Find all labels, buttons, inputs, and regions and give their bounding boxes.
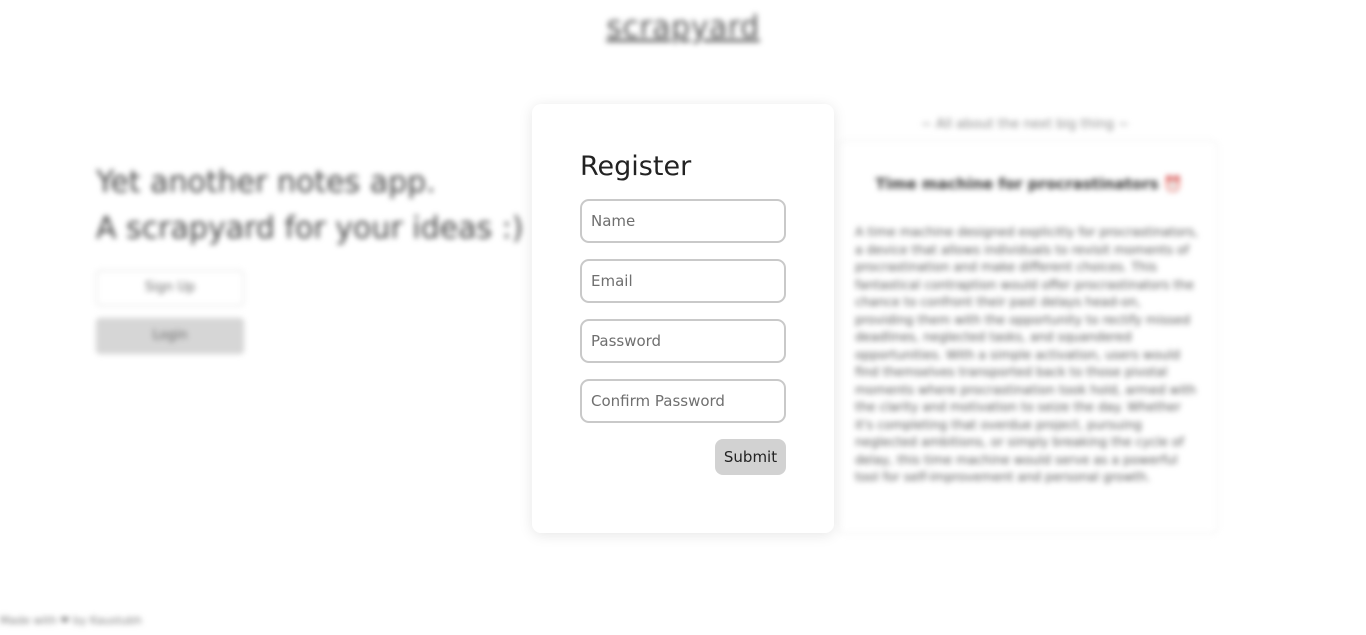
email-field[interactable] [580, 259, 786, 303]
idea-card-body: A time machine designed explicitly for p… [855, 224, 1199, 484]
hero-line-2: A scrapyard for your ideas :) [96, 211, 524, 246]
app-logo[interactable]: scrapyard [0, 10, 1366, 45]
alarm-clock-icon: ⏰ [1163, 175, 1183, 193]
name-field[interactable] [580, 199, 786, 243]
confirm-password-field[interactable] [580, 379, 786, 423]
idea-card: Time machine for procrastinators ⏰ A tim… [838, 140, 1218, 534]
aside-caption: ~ All about the next big thing ~ [920, 117, 1130, 132]
register-form: Submit [580, 199, 786, 475]
register-title: Register [580, 151, 692, 182]
submit-button[interactable]: Submit [715, 439, 786, 475]
register-modal: Register Submit [532, 104, 834, 533]
footer-credit: Made with ❤ by Kaustubh [0, 614, 142, 627]
hero-line-1: Yet another notes app. [96, 165, 436, 200]
hero-section: Yet another notes app. A scrapyard for y… [96, 160, 526, 354]
signup-button[interactable]: Sign Up [96, 270, 244, 306]
idea-card-title-text: Time machine for procrastinators [875, 175, 1159, 193]
submit-row: Submit [580, 439, 786, 475]
idea-card-title: Time machine for procrastinators ⏰ [855, 175, 1203, 193]
password-field[interactable] [580, 319, 786, 363]
page: scrapyard Yet another notes app. A scrap… [0, 0, 1366, 635]
login-button[interactable]: Login [96, 318, 244, 354]
